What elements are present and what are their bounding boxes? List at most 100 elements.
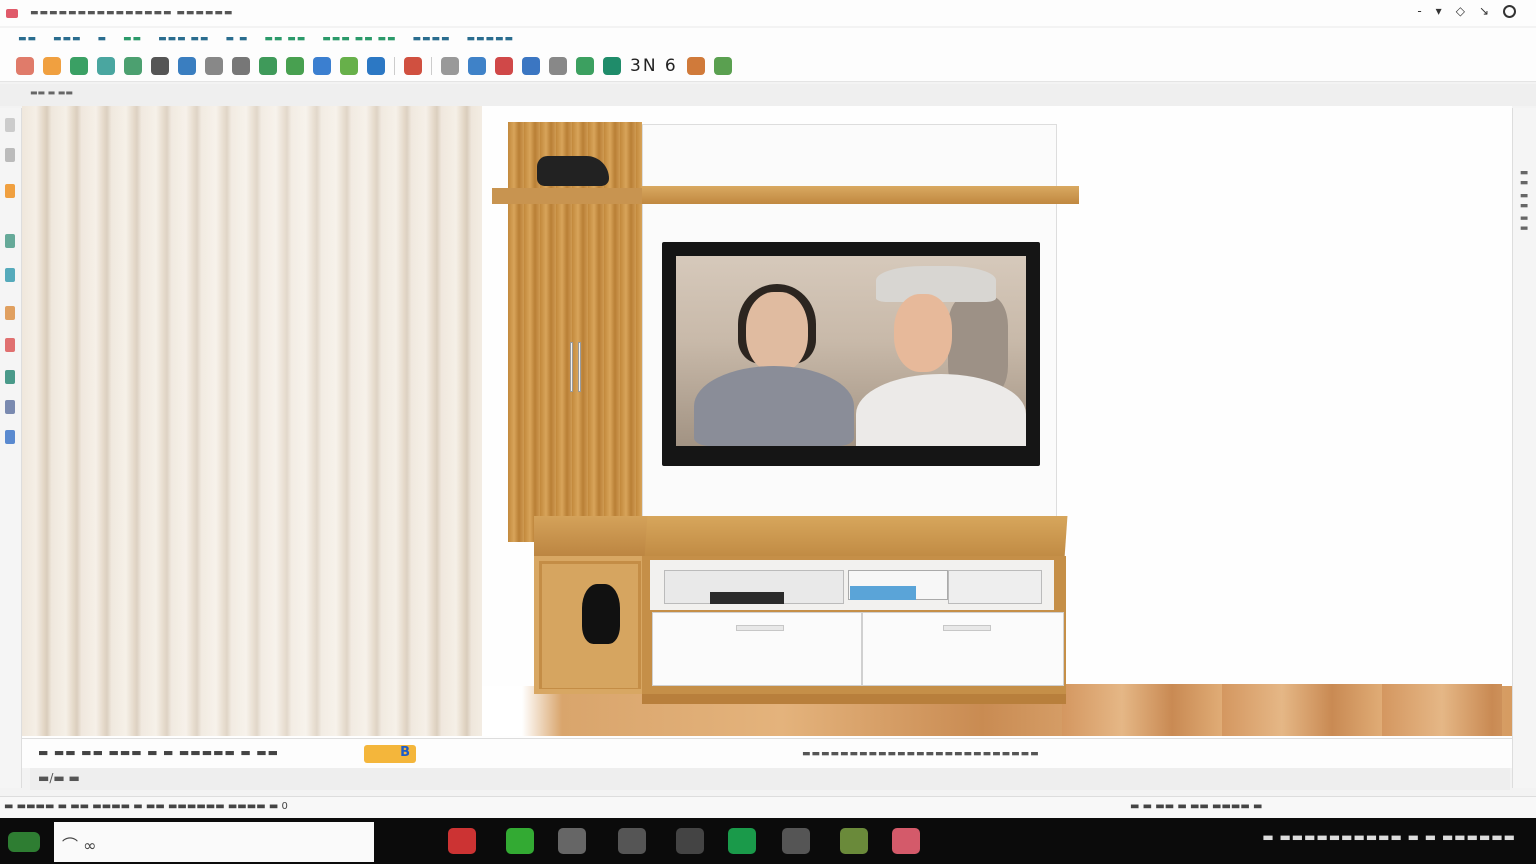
move-icon[interactable]: [286, 56, 304, 75]
fog-icon[interactable]: [5, 370, 15, 384]
person-right-body: [856, 374, 1026, 446]
tower-top-shelf: [492, 188, 642, 204]
paint-bucket-icon[interactable]: [43, 56, 61, 75]
taskbar-search-box[interactable]: ⌒ ∞: [54, 822, 374, 862]
look-around-icon[interactable]: [713, 56, 732, 75]
sketch-app-icon[interactable]: [728, 828, 756, 854]
zoom-icon[interactable]: [522, 56, 540, 75]
minimize-button[interactable]: -: [1417, 4, 1421, 18]
entity-icon[interactable]: [5, 430, 15, 444]
receiver-device: [948, 570, 1042, 604]
store-icon[interactable]: [558, 828, 586, 854]
person-left-body: [694, 366, 854, 446]
3d-viewport[interactable]: [22, 106, 1512, 768]
bottom-info-bar: ▬ ▬▬▬▬ ▬ ▬▬ ▬▬▬▬ ▬ ▬▬ ▬▬▬▬▬▬ ▬▬▬▬ ▬ 0 ▬ …: [0, 796, 1536, 818]
drawer-right: [862, 612, 1064, 686]
push-pull-icon[interactable]: [259, 56, 277, 75]
arc-icon[interactable]: [178, 56, 196, 75]
outliner-icon[interactable]: [5, 400, 15, 414]
eraser-icon[interactable]: [16, 56, 34, 75]
scene-tab[interactable]: ▬▬ ▬ ▬▬: [30, 88, 73, 97]
toolbar-divider: [394, 56, 395, 75]
toolbar-text-label: 3N 6: [630, 55, 678, 76]
right-panel-label[interactable]: ▬▬ ▬▬ ▬▬: [1519, 168, 1529, 234]
rectangle-icon[interactable]: [124, 56, 142, 75]
tape-measure-icon[interactable]: [404, 56, 422, 75]
app-icon[interactable]: [782, 828, 810, 854]
drawer-pull: [736, 625, 785, 631]
top-floating-shelf: [642, 186, 1079, 204]
pan-icon[interactable]: [495, 56, 513, 75]
browser-icon[interactable]: [448, 828, 476, 854]
app-icon[interactable]: [676, 828, 704, 854]
check-icon[interactable]: [97, 56, 115, 75]
rotate-icon[interactable]: [313, 56, 331, 75]
style-icon[interactable]: [5, 306, 15, 320]
menu-item-4[interactable]: ▬▬: [123, 34, 142, 44]
security-camera: [537, 156, 609, 186]
zoom-extents-icon[interactable]: [549, 56, 567, 75]
toolbar-divider: [431, 56, 432, 75]
offset-icon[interactable]: [367, 56, 385, 75]
wood-floor-right: [1062, 684, 1502, 736]
close-button[interactable]: ↘: [1479, 4, 1489, 18]
menu-item-8[interactable]: ▬▬▬ ▬▬ ▬▬: [322, 34, 396, 44]
sheet-row: ▬/▬ ▬: [30, 768, 1510, 790]
cabinet-left-top: [534, 516, 654, 558]
files-icon[interactable]: [506, 828, 534, 854]
shadow-icon[interactable]: [5, 338, 15, 352]
menu-item-2[interactable]: ▬▬▬: [53, 34, 82, 44]
menu-item-10[interactable]: ▬▬▬▬▬: [466, 34, 514, 44]
app-icon[interactable]: [618, 828, 646, 854]
main-toolbar: 3N 6: [0, 50, 1536, 82]
menu-bar: ▬▬ ▬▬▬ ▬ ▬▬ ▬▬▬ ▬▬ ▬ ▬ ▬▬ ▬▬ ▬▬▬ ▬▬ ▬▬ ▬…: [0, 28, 1536, 50]
status-badge[interactable]: B: [364, 745, 416, 763]
sheet-tab[interactable]: ▬/▬ ▬: [38, 771, 80, 785]
text-icon[interactable]: [441, 56, 459, 75]
menu-item-9[interactable]: ▬▬▬▬: [412, 34, 450, 44]
menu-item-7[interactable]: ▬▬ ▬▬: [264, 34, 306, 44]
status-text: ▬ ▬▬ ▬▬ ▬▬▬ ▬ ▬ ▬▬▬▬▬ ▬ ▬▬: [38, 746, 280, 759]
paint-icon[interactable]: [5, 184, 15, 198]
menu-item-5[interactable]: ▬▬▬ ▬▬: [158, 34, 209, 44]
measurements-box[interactable]: ▬▬▬▬▬▬▬▬▬▬▬▬▬▬▬▬▬▬▬▬▬▬▬▬▬: [802, 749, 1040, 759]
window-title: ▬▬▬▬▬▬▬▬▬▬▬▬▬▬▬ ▬▬▬▬▬▬: [30, 8, 234, 18]
menu-item-6[interactable]: ▬ ▬: [225, 34, 248, 44]
circle-icon[interactable]: [205, 56, 223, 75]
left-tool-palette: [0, 108, 22, 788]
line-icon[interactable]: [151, 56, 169, 75]
menu-item-3[interactable]: ▬: [98, 34, 108, 44]
curtain: [22, 106, 482, 736]
decor-vase: [582, 584, 620, 644]
material-icon[interactable]: [5, 268, 15, 282]
help-icon[interactable]: [1503, 4, 1516, 18]
right-panel-strip: ▬▬ ▬▬ ▬▬: [1512, 108, 1536, 788]
person-left-face: [746, 292, 808, 372]
television: [662, 242, 1040, 466]
restore-button[interactable]: ◇: [1456, 4, 1465, 18]
menu-item-1[interactable]: ▬▬: [18, 34, 37, 44]
os-taskbar: ⌒ ∞ ▬ ▬▬▬▬▬▬▬▬▬▬ ▬ ▬ ▬▬▬▬▬▬: [0, 818, 1536, 864]
orbit-icon[interactable]: [468, 56, 486, 75]
bottom-right-info: ▬ ▬ ▬▬ ▬ ▬▬ ▬▬▬▬ ▬: [1130, 801, 1263, 812]
section-icon[interactable]: [576, 56, 594, 75]
tv-screen: [676, 256, 1026, 446]
app-icon[interactable]: [892, 828, 920, 854]
component-icon[interactable]: [603, 56, 621, 75]
start-icon[interactable]: [8, 832, 40, 852]
walk-icon[interactable]: [686, 56, 705, 75]
system-tray[interactable]: ▬ ▬▬▬▬▬▬▬▬▬▬ ▬ ▬ ▬▬▬▬▬▬: [1262, 830, 1516, 844]
cabinet-handle: [578, 342, 581, 392]
layer-icon[interactable]: [5, 234, 15, 248]
pencil-icon[interactable]: [70, 56, 88, 75]
app-icon[interactable]: [840, 828, 868, 854]
scale-icon[interactable]: [340, 56, 358, 75]
media-device-slot: [710, 592, 784, 604]
dropdown-button[interactable]: ▾: [1436, 4, 1442, 18]
cabinet-base: [642, 694, 1066, 704]
cabinet-handle: [570, 342, 573, 392]
polygon-icon[interactable]: [232, 56, 250, 75]
select-icon[interactable]: [5, 118, 15, 132]
lasso-icon[interactable]: [5, 148, 15, 162]
cabinet-top: [644, 516, 1068, 558]
